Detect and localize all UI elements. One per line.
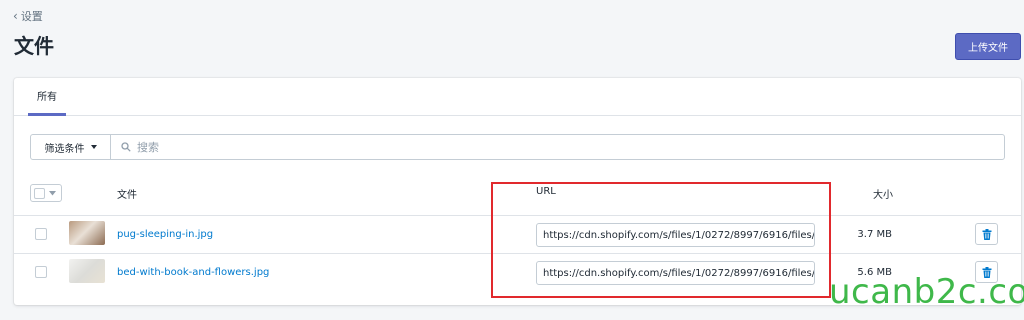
file-name-link[interactable]: bed-with-book-and-flowers.jpg — [117, 267, 269, 278]
file-thumbnail — [69, 259, 105, 283]
row-checkbox[interactable] — [35, 266, 47, 278]
url-field[interactable]: https://cdn.shopify.com/s/files/1/0272/8… — [536, 223, 815, 247]
caret-down-icon — [49, 190, 56, 195]
filter-button[interactable]: 筛选条件 — [30, 134, 111, 160]
column-header-file: 文件 — [117, 190, 137, 201]
filter-label: 筛选条件 — [44, 143, 85, 155]
file-name-link[interactable]: pug-sleeping-in.jpg — [117, 229, 213, 240]
caret-down-icon — [90, 145, 97, 149]
chevron-left-icon: ‹ — [13, 9, 18, 23]
back-label: 设置 — [20, 10, 43, 23]
column-header-size: 大小 — [873, 190, 893, 201]
column-header-url: URL — [536, 186, 556, 197]
bulk-select-checkbox[interactable] — [30, 184, 62, 202]
tab-bar: 所有 — [14, 78, 1021, 116]
url-field[interactable]: https://cdn.shopify.com/s/files/1/0272/8… — [536, 261, 815, 285]
search-box[interactable] — [110, 134, 1005, 160]
search-icon — [121, 142, 131, 152]
file-thumbnail — [69, 221, 105, 245]
table-row: pug-sleeping-in.jpg https://cdn.shopify.… — [14, 216, 1021, 254]
watermark-text: ucanb2c.com — [829, 272, 1024, 312]
checkbox-box — [34, 187, 45, 199]
back-link[interactable]: ‹ 设置 — [13, 8, 43, 24]
page-title: 文件 — [14, 34, 54, 58]
file-size: 3.7 MB — [857, 229, 892, 240]
tab-all[interactable]: 所有 — [28, 78, 66, 116]
trash-icon — [982, 228, 991, 240]
row-checkbox[interactable] — [35, 228, 47, 240]
search-input[interactable] — [137, 140, 937, 154]
upload-file-button[interactable]: 上传文件 — [955, 33, 1021, 60]
files-card: 所有 筛选条件 文件 URL 大小 pug-sleeping-in.jpg ht… — [14, 78, 1021, 305]
table-header: 文件 URL 大小 — [14, 176, 1021, 216]
delete-button[interactable] — [975, 223, 998, 245]
